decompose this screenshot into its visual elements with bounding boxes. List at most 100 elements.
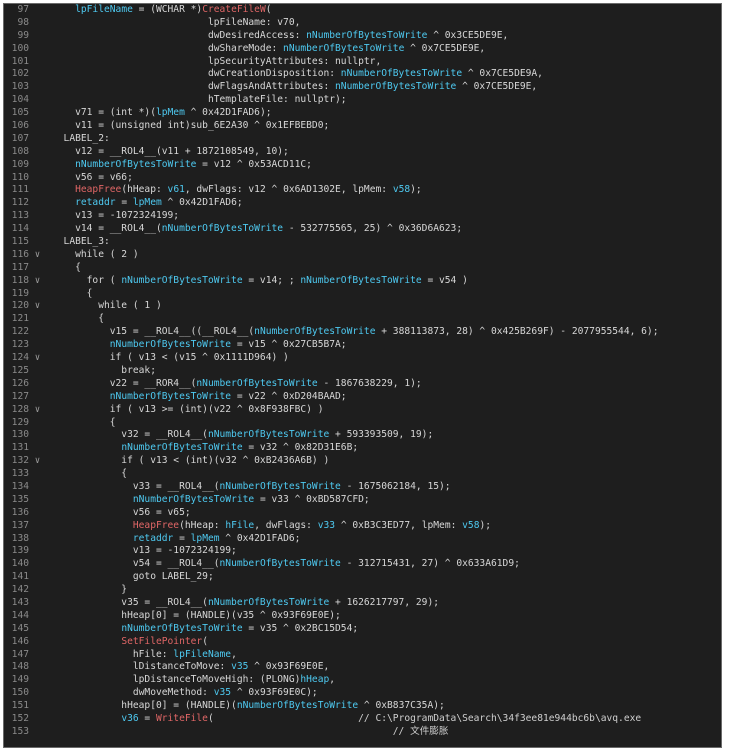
code-line[interactable]: 135 nNumberOfBytesToWrite = v33 ^ 0xBD58…	[4, 494, 721, 507]
identifier-token: v33	[317, 519, 336, 531]
code-line[interactable]: 146 SetFilePointer(	[4, 636, 721, 649]
code-line[interactable]: 128 ∨ if ( v13 >= (int)(v22 ^ 0x8F938FBC)…	[4, 404, 721, 417]
line-number: 131	[11, 442, 29, 454]
code-line[interactable]: 134 v33 = __ROL4__(nNumberOfBytesToWrite…	[4, 481, 721, 494]
code-line[interactable]: 129 {	[4, 417, 721, 430]
code-view[interactable]: 97 lpFileName = (WCHAR *)CreateFileW(98 …	[4, 4, 721, 739]
code-line[interactable]: 104 hTemplateFile: nullptr);	[4, 94, 721, 107]
code-line[interactable]: 120 ∨ while ( 1 )	[4, 300, 721, 313]
code-editor[interactable]: 97 lpFileName = (WCHAR *)CreateFileW(98 …	[3, 3, 722, 748]
code-line[interactable]: 148 lDistanceToMove: v35 ^ 0x93F69E0E,	[4, 661, 721, 674]
code-token: v22 = __ROR4__(	[52, 377, 197, 389]
code-line[interactable]: 132 ∨ if ( v13 < (int)(v32 ^ 0xB2436A6B) …	[4, 455, 721, 468]
code-token: hFile:	[52, 648, 174, 660]
code-line[interactable]: 114 v14 = __ROL4__(nNumberOfBytesToWrite…	[4, 223, 721, 236]
code-line[interactable]: 103 dwFlagsAndAttributes: nNumberOfBytes…	[4, 81, 721, 94]
code-text: HeapFree(hHeap: hFile, dwFlags: v33 ^ 0x…	[52, 520, 491, 533]
code-line[interactable]: 141 goto LABEL_29;	[4, 571, 721, 584]
code-token: , dwFlags: v12 ^ 0x6AD1302E, lpMem:	[184, 184, 393, 196]
code-line[interactable]: 116 ∨ while ( 2 )	[4, 249, 721, 262]
code-line[interactable]: 144 hHeap[0] = (HANDLE)(v35 ^ 0x93F69E0E…	[4, 610, 721, 623]
code-line[interactable]: 99 dwDesiredAccess: nNumberOfBytesToWrit…	[4, 30, 721, 43]
code-line[interactable]: 127 nNumberOfBytesToWrite = v22 ^ 0xD204…	[4, 391, 721, 404]
code-line[interactable]: 123 nNumberOfBytesToWrite = v15 ^ 0x27CB…	[4, 339, 721, 352]
code-text: lDistanceToMove: v35 ^ 0x93F69E0E,	[52, 661, 329, 674]
identifier-token: nNumberOfBytesToWrite	[109, 390, 232, 402]
code-line[interactable]: 101 lpSecurityAttributes: nullptr,	[4, 56, 721, 69]
code-line[interactable]: 140 v54 = __ROL4__(nNumberOfBytesToWrite…	[4, 558, 721, 571]
code-token: dwShareMode:	[52, 42, 284, 54]
code-line[interactable]: 115 LABEL_3:	[4, 236, 721, 249]
fold-chevron-icon[interactable]: ∨	[33, 455, 42, 468]
code-token: = v32 ^ 0x82D31E6B;	[242, 442, 359, 454]
code-line[interactable]: 139 v13 = -1072324199;	[4, 545, 721, 558]
code-line[interactable]: 97 lpFileName = (WCHAR *)CreateFileW(	[4, 4, 721, 17]
code-line[interactable]: 117 {	[4, 262, 721, 275]
code-line[interactable]: 102 dwCreationDisposition: nNumberOfByte…	[4, 68, 721, 81]
code-token: + 1626217797, 29);	[329, 596, 439, 608]
code-line[interactable]: 145 nNumberOfBytesToWrite = v35 ^ 0x2BC1…	[4, 623, 721, 636]
code-line[interactable]: 100 dwShareMode: nNumberOfBytesToWrite ^…	[4, 43, 721, 56]
code-line[interactable]: 110 v56 = v66;	[4, 172, 721, 185]
identifier-token: v58	[392, 184, 411, 196]
code-text: dwDesiredAccess: nNumberOfBytesToWrite ^…	[52, 30, 508, 43]
fold-chevron-icon[interactable]: ∨	[33, 300, 42, 313]
code-text: dwShareMode: nNumberOfBytesToWrite ^ 0x7…	[52, 43, 485, 56]
code-token: - 1867638229, 1);	[317, 377, 422, 389]
code-line[interactable]: 147 hFile: lpFileName,	[4, 649, 721, 662]
identifier-token: lpFileName	[75, 4, 133, 15]
code-text: retaddr = lpMem ^ 0x42D1FAD6;	[52, 533, 301, 546]
code-line[interactable]: 149 lpDistanceToMoveHigh: (PLONG)hHeap,	[4, 674, 721, 687]
code-line[interactable]: 143 v35 = __ROL4__(nNumberOfBytesToWrite…	[4, 597, 721, 610]
fold-chevron-icon[interactable]: ∨	[33, 404, 42, 417]
code-line[interactable]: 111 HeapFree(hHeap: v61, dwFlags: v12 ^ …	[4, 184, 721, 197]
code-line[interactable]: 122 v15 = __ROL4__((__ROL4__(nNumberOfBy…	[4, 326, 721, 339]
code-line[interactable]: 105 v71 = (int *)(lpMem ^ 0x42D1FAD6);	[4, 107, 721, 120]
code-line[interactable]: 112 retaddr = lpMem ^ 0x42D1FAD6;	[4, 197, 721, 210]
identifier-token: nNumberOfBytesToWrite	[207, 596, 330, 608]
code-line[interactable]: 138 retaddr = lpMem ^ 0x42D1FAD6;	[4, 533, 721, 546]
line-number: 138	[11, 532, 29, 544]
code-line[interactable]: 137 HeapFree(hHeap: hFile, dwFlags: v33 …	[4, 520, 721, 533]
code-line[interactable]: 152 v36 = WriteFile( // C:\ProgramData\S…	[4, 713, 721, 726]
code-line[interactable]: 108 v12 = __ROL4__(v11 + 1872108549, 10)…	[4, 146, 721, 159]
code-line[interactable]: 130 v32 = __ROL4__(nNumberOfBytesToWrite…	[4, 429, 721, 442]
code-line[interactable]: 136 v56 = v65;	[4, 507, 721, 520]
code-line[interactable]: 106 v11 = (unsigned int)sub_6E2A30 ^ 0x1…	[4, 120, 721, 133]
code-text: v15 = __ROL4__((__ROL4__(nNumberOfBytesT…	[52, 326, 659, 339]
fold-chevron-icon[interactable]: ∨	[33, 275, 42, 288]
code-line[interactable]: 125 break;	[4, 365, 721, 378]
code-line[interactable]: 118 ∨ for ( nNumberOfBytesToWrite = v14; …	[4, 275, 721, 288]
fold-chevron-icon[interactable]: ∨	[33, 249, 42, 262]
code-line[interactable]: 113 v13 = -1072324199;	[4, 210, 721, 223]
code-line[interactable]: 98 lpFileName: v70,	[4, 17, 721, 30]
code-text: {	[52, 417, 116, 430]
identifier-token: nNumberOfBytesToWrite	[132, 493, 255, 505]
code-line[interactable]: 121 {	[4, 313, 721, 326]
identifier-token: lpFileName	[173, 648, 232, 660]
code-line[interactable]: 133 {	[4, 468, 721, 481]
code-line[interactable]: 107 LABEL_2:	[4, 133, 721, 146]
code-text: v35 = __ROL4__(nNumberOfBytesToWrite + 1…	[52, 597, 439, 610]
code-line[interactable]: 119 {	[4, 288, 721, 301]
line-number: 150	[11, 687, 29, 699]
line-number: 120	[11, 300, 29, 312]
code-line[interactable]: 150 dwMoveMethod: v35 ^ 0x93F69E0C);	[4, 687, 721, 700]
code-line[interactable]: 126 v22 = __ROR4__(nNumberOfBytesToWrite…	[4, 378, 721, 391]
line-number: 127	[11, 390, 29, 402]
code-line[interactable]: 151 hHeap[0] = (HANDLE)(nNumberOfBytesTo…	[4, 700, 721, 713]
fold-chevron-icon[interactable]: ∨	[33, 352, 42, 365]
code-line[interactable]: 131 nNumberOfBytesToWrite = v32 ^ 0x82D3…	[4, 442, 721, 455]
function-token: HeapFree	[75, 184, 122, 196]
code-line[interactable]: 142 }	[4, 584, 721, 597]
code-token: = v12 ^ 0x53ACD11C;	[196, 158, 312, 170]
code-token: , dwFlags:	[254, 519, 318, 531]
code-line[interactable]: 153 // 文件膨胀	[4, 726, 721, 739]
code-line[interactable]: 109 nNumberOfBytesToWrite = v12 ^ 0x53AC…	[4, 159, 721, 172]
function-token: HeapFree	[132, 519, 180, 531]
identifier-token: nNumberOfBytesToWrite	[254, 326, 376, 338]
code-line[interactable]: 124 ∨ if ( v13 < (v15 ^ 0x1111D964) )	[4, 352, 721, 365]
code-token: v14 = __ROL4__(	[52, 223, 162, 235]
